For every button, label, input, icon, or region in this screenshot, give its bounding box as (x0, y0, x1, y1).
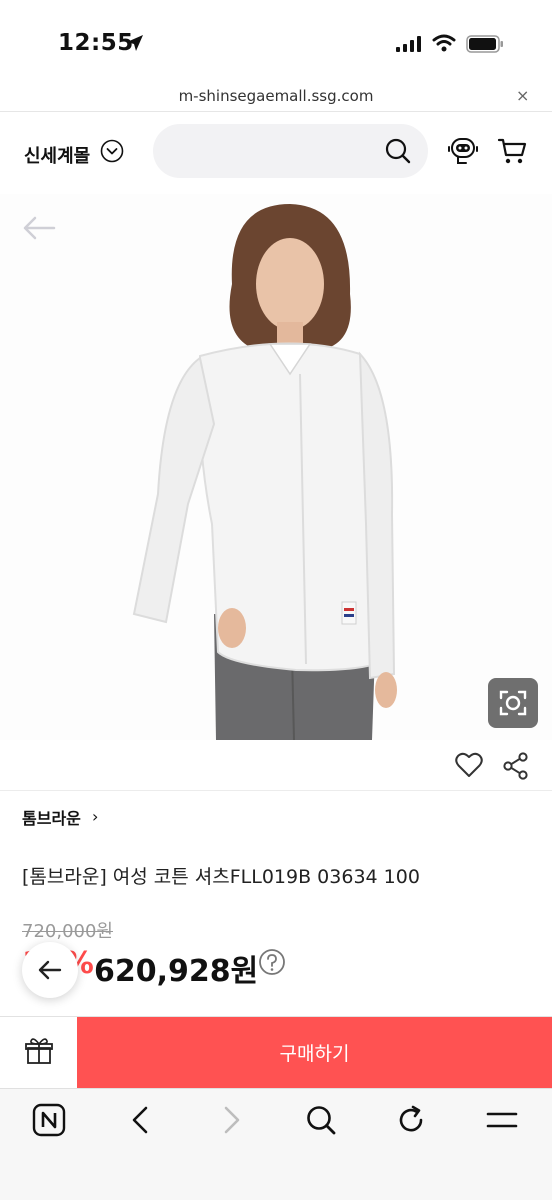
chatbot-icon[interactable] (446, 135, 480, 167)
status-time: 12:55 (58, 30, 134, 56)
arrow-left-icon (38, 960, 62, 980)
close-icon[interactable]: × (516, 86, 529, 105)
naver-home-icon[interactable] (32, 1103, 66, 1137)
search-icon[interactable] (304, 1103, 338, 1137)
cart-icon[interactable] (497, 137, 527, 165)
browser-toolbar (0, 1088, 552, 1200)
purchase-bar: 구매하기 (0, 1016, 552, 1088)
mall-brand-title[interactable]: 신세계몰 (24, 142, 90, 168)
floating-back-button[interactable] (22, 942, 78, 998)
buy-button[interactable]: 구매하기 (77, 1017, 552, 1088)
chevron-right-icon[interactable]: › (92, 807, 98, 826)
status-bar: 12:55 (0, 0, 552, 84)
battery-icon (466, 35, 503, 53)
sale-price: 620,928원 (94, 954, 259, 989)
model-illustration (0, 194, 552, 740)
divider (0, 790, 552, 791)
back-arrow-icon[interactable] (22, 216, 56, 240)
search-icon[interactable] (384, 137, 412, 165)
share-icon[interactable] (503, 752, 529, 780)
forward-icon[interactable] (216, 1103, 246, 1137)
back-icon[interactable] (126, 1103, 156, 1137)
original-price: 720,000원 (22, 921, 113, 942)
chevron-down-icon[interactable] (100, 139, 124, 163)
location-arrow-icon (127, 35, 143, 51)
site-header: 신세계몰 (0, 112, 552, 194)
camera-scan-icon (499, 690, 527, 716)
reload-icon[interactable] (394, 1103, 428, 1137)
cellular-signal-icon (396, 36, 421, 52)
heart-icon[interactable] (455, 752, 483, 778)
image-search-button[interactable] (488, 678, 538, 728)
gift-icon (25, 1038, 53, 1064)
help-icon[interactable] (258, 948, 286, 976)
url-bar[interactable]: m-shinsegaemall.ssg.com × (0, 84, 552, 112)
gift-button[interactable] (0, 1017, 77, 1088)
product-image[interactable] (0, 194, 552, 740)
url-text: m-shinsegaemall.ssg.com (178, 87, 374, 105)
menu-icon[interactable] (484, 1103, 520, 1137)
wifi-icon (432, 34, 456, 52)
brand-link[interactable]: 톰브라운 (22, 805, 81, 829)
product-name: [톰브라운] 여성 코튼 셔츠FLL019B 03634 100 (22, 866, 420, 888)
